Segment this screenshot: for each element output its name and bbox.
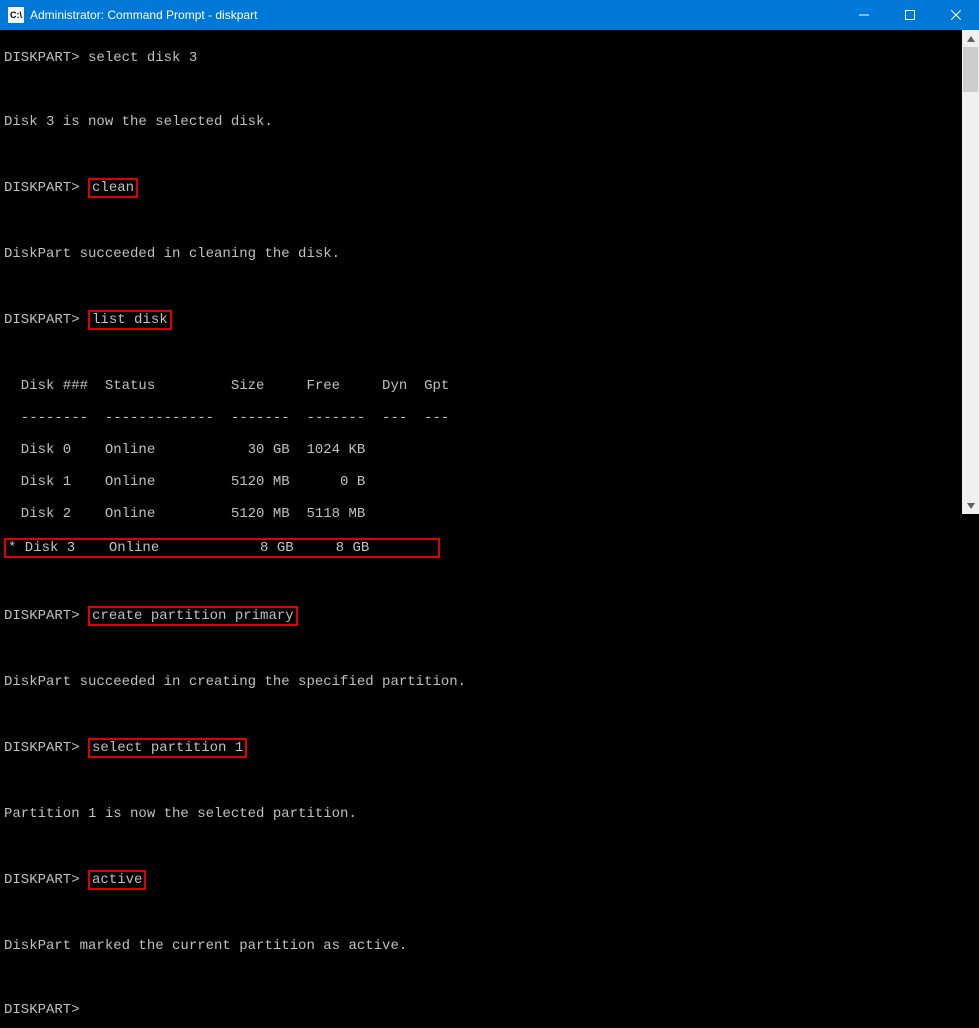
table-row-selected: * Disk 3 Online 8 GB 8 GB	[4, 538, 979, 558]
terminal-line: DISKPART> active	[4, 870, 979, 890]
diskpart-prompt: DISKPART>	[4, 740, 80, 756]
close-button[interactable]	[933, 0, 979, 30]
table-divider: -------- ------------- ------- ------- -…	[4, 410, 979, 426]
scrollbar-thumb[interactable]	[963, 47, 978, 92]
minimize-button[interactable]	[841, 0, 887, 30]
diskpart-prompt: DISKPART>	[4, 872, 80, 888]
terminal-line: DISKPART> select disk 3	[4, 50, 979, 66]
terminal-line: DISKPART>	[4, 1002, 979, 1018]
scroll-up-button[interactable]	[962, 30, 979, 47]
output-line: Partition 1 is now the selected partitio…	[4, 806, 979, 822]
diskpart-prompt: DISKPART>	[4, 312, 80, 328]
output-line: Disk 3 is now the selected disk.	[4, 114, 979, 130]
terminal-line: DISKPART> list disk	[4, 310, 979, 330]
highlight-disk3-row: * Disk 3 Online 8 GB 8 GB	[4, 538, 440, 558]
table-row: Disk 1 Online 5120 MB 0 B	[4, 474, 979, 490]
scroll-down-button[interactable]	[962, 497, 979, 514]
highlight-clean: clean	[88, 178, 138, 198]
table-row: Disk 2 Online 5120 MB 5118 MB	[4, 506, 979, 522]
minimize-icon	[859, 10, 869, 20]
diskpart-prompt: DISKPART>	[4, 180, 80, 196]
cmd-icon: C:\	[8, 7, 24, 23]
close-icon	[951, 10, 961, 20]
highlight-active: active	[88, 870, 146, 890]
titlebar[interactable]: C:\ Administrator: Command Prompt - disk…	[0, 0, 979, 30]
highlight-select-partition: select partition 1	[88, 738, 247, 758]
diskpart-prompt: DISKPART>	[4, 608, 80, 624]
table-row: Disk 0 Online 30 GB 1024 KB	[4, 442, 979, 458]
chevron-up-icon	[967, 36, 975, 42]
maximize-icon	[905, 10, 915, 20]
scrollbar-track[interactable]	[962, 47, 979, 497]
terminal-line: DISKPART> select partition 1	[4, 738, 979, 758]
highlight-list-disk: list disk	[88, 310, 172, 330]
terminal-line: DISKPART> clean	[4, 178, 979, 198]
window-title: Administrator: Command Prompt - diskpart	[30, 8, 257, 22]
output-line: DiskPart succeeded in creating the speci…	[4, 674, 979, 690]
table-header: Disk ### Status Size Free Dyn Gpt	[4, 378, 979, 394]
output-line: DiskPart marked the current partition as…	[4, 938, 979, 954]
output-line: DiskPart succeeded in cleaning the disk.	[4, 246, 979, 262]
maximize-button[interactable]	[887, 0, 933, 30]
vertical-scrollbar[interactable]	[962, 30, 979, 514]
chevron-down-icon	[967, 503, 975, 509]
terminal-line: DISKPART> create partition primary	[4, 606, 979, 626]
highlight-create-partition: create partition primary	[88, 606, 298, 626]
terminal-area[interactable]: DISKPART> select disk 3 Disk 3 is now th…	[0, 30, 979, 514]
diskpart-prompt: DISKPART>	[4, 1002, 80, 1018]
cmd-text: select disk 3	[80, 50, 198, 66]
diskpart-prompt: DISKPART>	[4, 50, 80, 66]
